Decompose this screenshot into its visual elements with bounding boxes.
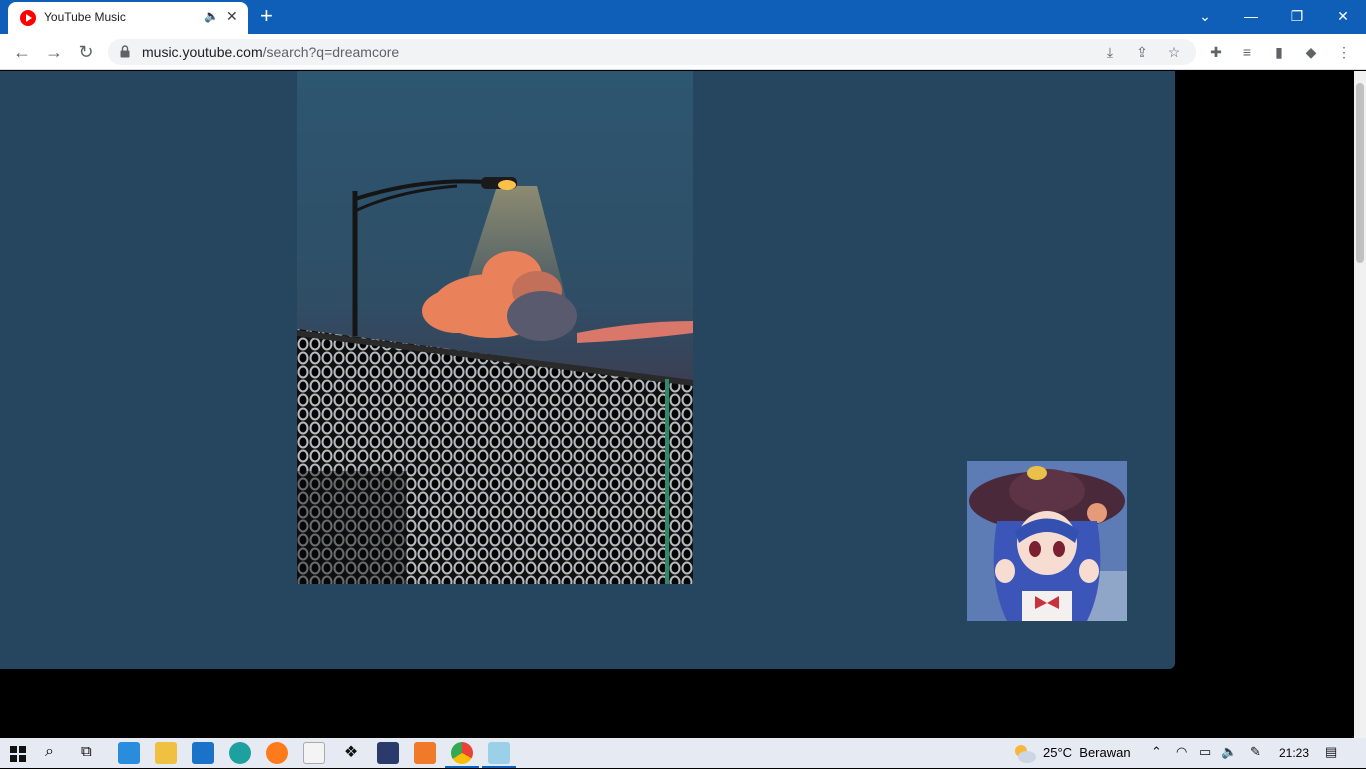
url-host: music.youtube.com xyxy=(142,44,263,60)
music-player-backdrop xyxy=(0,71,1175,669)
bookmark-star-icon[interactable]: ☆ xyxy=(1164,42,1184,62)
wifi-icon[interactable]: ◠ xyxy=(1176,744,1187,760)
restore-button[interactable]: ❐ xyxy=(1274,4,1320,28)
tab-close-icon[interactable]: ✕ xyxy=(226,8,238,25)
side-panel-icon[interactable]: ▮ xyxy=(1269,42,1289,62)
tab-youtube-music[interactable]: YouTube Music 🔈 ✕ xyxy=(8,2,248,34)
dreamcore-streetlamp-art xyxy=(297,71,693,584)
mail-icon[interactable] xyxy=(192,742,214,764)
youtube-music-icon xyxy=(20,10,36,26)
url-text[interactable]: music.youtube.com/search?q=dreamcore xyxy=(142,44,399,60)
browser-toolbar: ← → ↻ music.youtube.com/search?q=dreamco… xyxy=(0,34,1366,70)
volume-icon[interactable]: 🔈 xyxy=(1221,744,1237,760)
windows-taskbar: ⌕ ⧉ ❖ 25°C Berawan ⌃ ◠ ▭ 🔈 ✎ 21:23 ▤ xyxy=(0,738,1366,768)
address-bar[interactable]: music.youtube.com/search?q=dreamcore ⤓ ⇪… xyxy=(108,39,1196,65)
pen-icon[interactable]: ✎ xyxy=(1250,744,1261,760)
media-control-icon[interactable]: ≡ xyxy=(1237,42,1257,62)
search-icon[interactable]: ⌕ xyxy=(45,743,54,761)
lock-icon xyxy=(120,45,130,58)
weather-temp: 25°C xyxy=(1043,745,1073,760)
start-icon[interactable] xyxy=(10,746,26,762)
show-hidden-icons-icon[interactable]: ⌃ xyxy=(1151,744,1162,760)
system-clock[interactable]: 21:23 xyxy=(1279,746,1309,760)
weather-condition: Berawan xyxy=(1079,745,1131,760)
extensions-icon[interactable]: ✚ xyxy=(1206,42,1226,62)
new-tab-button[interactable]: + xyxy=(260,4,273,28)
page-scrollbar[interactable] xyxy=(1354,71,1366,738)
task-view-icon[interactable]: ⧉ xyxy=(81,743,92,760)
tab-search-icon[interactable]: ⌄ xyxy=(1182,4,1228,28)
close-window-button[interactable]: ✕ xyxy=(1320,4,1366,28)
stocks-icon[interactable] xyxy=(377,742,399,764)
back-button[interactable]: ← xyxy=(10,40,34,64)
reload-button[interactable]: ↻ xyxy=(74,40,98,64)
install-app-icon[interactable]: ⤓ xyxy=(1100,42,1120,62)
chrome-icon[interactable] xyxy=(445,742,479,768)
share-icon[interactable]: ⇪ xyxy=(1132,42,1152,62)
battery-icon[interactable]: ▭ xyxy=(1199,744,1211,760)
notepad-icon[interactable] xyxy=(482,742,516,768)
whiteboard-icon[interactable] xyxy=(118,742,140,764)
anime-avatar-thumbnail xyxy=(967,461,1127,621)
file-explorer-icon[interactable] xyxy=(155,742,177,764)
minimize-button[interactable]: — xyxy=(1228,4,1274,28)
firefox-icon[interactable] xyxy=(266,742,288,764)
menu-icon[interactable]: ⋮ xyxy=(1334,42,1354,62)
edge-icon[interactable] xyxy=(229,742,251,764)
dropbox-icon[interactable]: ❖ xyxy=(340,742,362,764)
browser-tabstrip: YouTube Music 🔈 ✕ + ⌄ — ❐ ✕ xyxy=(0,0,1366,34)
url-path: /search?q=dreamcore xyxy=(262,44,400,60)
amazon-icon[interactable] xyxy=(303,742,325,764)
weather-text[interactable]: 25°C Berawan xyxy=(1043,745,1131,760)
streetlamp-artwork xyxy=(297,71,693,584)
avatar-artwork xyxy=(967,461,1127,621)
profile-icon[interactable]: ◆ xyxy=(1301,42,1321,62)
weather-icon[interactable] xyxy=(1012,742,1036,764)
notification-center-icon[interactable]: ▤ xyxy=(1325,744,1337,760)
audio-playing-icon[interactable]: 🔈 xyxy=(204,9,219,23)
scrollbar-thumb[interactable] xyxy=(1356,83,1364,263)
forward-button[interactable]: → xyxy=(42,40,66,64)
page-content xyxy=(0,71,1366,738)
xampp-icon[interactable] xyxy=(414,742,436,764)
tab-title: YouTube Music xyxy=(44,10,126,24)
